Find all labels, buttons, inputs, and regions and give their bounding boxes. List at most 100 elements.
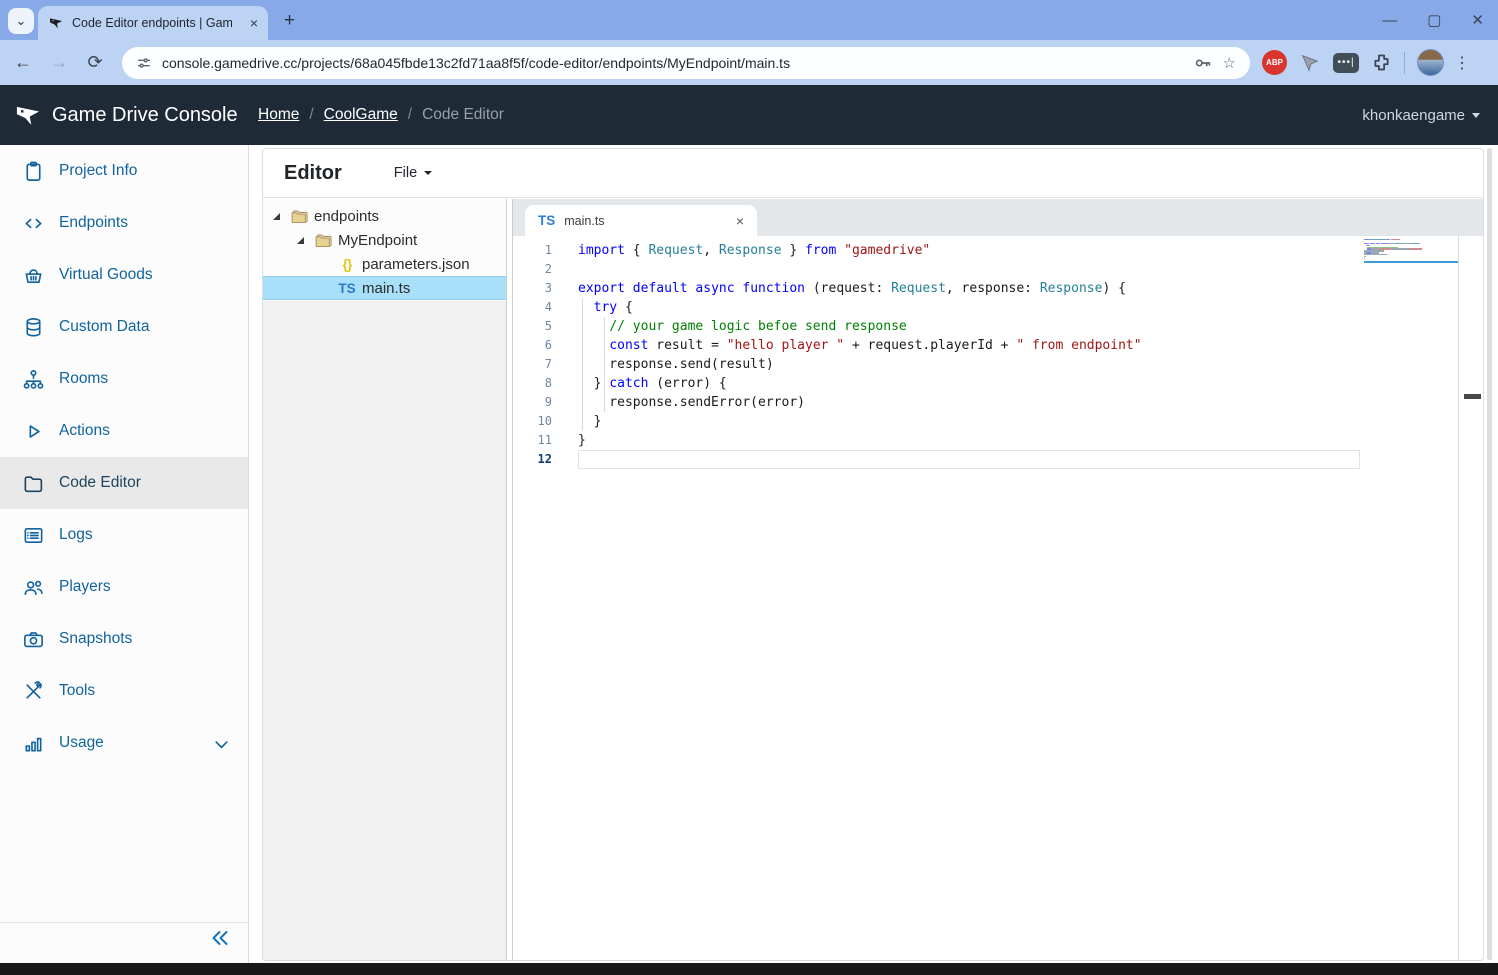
line-content: } [578, 433, 586, 448]
browser-menu-icon[interactable]: ⋮ [1454, 53, 1470, 73]
address-bar[interactable]: console.gamedrive.cc/projects/68a045fbde… [122, 46, 1250, 79]
maximize-button[interactable]: ▢ [1427, 11, 1441, 29]
editor-tabbar: TS main.ts × [513, 199, 1483, 236]
code-line[interactable]: 4 try { [513, 298, 1483, 317]
line-content: const result = "hello player " + request… [609, 338, 1142, 353]
sidebar-item-code-editor[interactable]: Code Editor [0, 457, 248, 509]
bookmark-star-icon[interactable]: ☆ [1223, 54, 1236, 72]
line-content: } [578, 414, 602, 429]
typescript-file-icon: TS [538, 213, 556, 228]
extensions-puzzle-icon[interactable] [1371, 52, 1392, 73]
tab-search-button[interactable]: ⌄ [8, 8, 34, 34]
overview-ruler[interactable] [1458, 236, 1483, 960]
sidebar-item-label: Virtual Goods [59, 266, 153, 283]
line-number: 2 [544, 262, 552, 276]
file-tree-panel: endpoints MyEndpoint {} parameters.json … [263, 199, 506, 960]
tree-expander-icon[interactable] [297, 236, 304, 244]
sidebar-item-virtual-goods[interactable]: Virtual Goods [0, 249, 248, 301]
close-editor-tab-icon[interactable]: × [736, 213, 744, 229]
tree-item-main-ts[interactable]: TS main.ts [263, 276, 506, 300]
tree-item-label: main.ts [362, 279, 411, 297]
chevron-down-icon [424, 171, 433, 175]
sidebar-item-actions[interactable]: Actions [0, 405, 248, 457]
code-line[interactable]: 6 const result = "hello player " + reque… [513, 336, 1483, 355]
sidebar-item-usage[interactable]: Usage [0, 717, 248, 769]
breadcrumb-coolgame[interactable]: CoolGame [324, 106, 398, 124]
forward-button[interactable]: → [46, 52, 72, 73]
tree-item-parameters-json[interactable]: {} parameters.json [263, 252, 506, 276]
adblock-extension-icon[interactable]: ABP [1262, 50, 1287, 75]
sidebar-item-endpoints[interactable]: Endpoints [0, 197, 248, 249]
site-favicon-icon [50, 18, 62, 29]
code-line[interactable]: 7 response.send(result) [513, 355, 1483, 374]
code-line[interactable]: 2 [513, 260, 1483, 279]
new-tab-button[interactable]: + [284, 10, 295, 32]
line-number: 12 [537, 452, 552, 466]
minimize-button[interactable]: — [1382, 12, 1397, 29]
database-icon [22, 316, 45, 339]
password-key-icon[interactable] [1193, 53, 1213, 73]
close-window-button[interactable]: ✕ [1471, 11, 1484, 29]
tree-item-endpoints[interactable]: endpoints [263, 204, 506, 228]
sidebar-item-tools[interactable]: Tools [0, 665, 248, 717]
code-line[interactable]: 3 export default async function (request… [513, 279, 1483, 298]
url-text[interactable]: console.gamedrive.cc/projects/68a045fbde… [162, 55, 1183, 71]
minimap-current-line [1364, 260, 1459, 263]
tree-item-myendpoint[interactable]: MyEndpoint [263, 228, 506, 252]
tree-expander-icon[interactable] [273, 212, 280, 220]
page-title: Editor [284, 161, 342, 184]
breadcrumb-separator: / [407, 106, 413, 123]
breadcrumb-home[interactable]: Home [258, 106, 299, 124]
back-button[interactable]: ← [10, 52, 36, 73]
minimap[interactable] [1364, 239, 1459, 263]
editor-tab-label: main.ts [564, 213, 605, 228]
code-area[interactable]: 1 import { Request, Response } from "gam… [513, 236, 1483, 960]
sidebar-item-players[interactable]: Players [0, 561, 248, 613]
code-line[interactable]: 5 // your game logic befoe send response [513, 317, 1483, 336]
close-tab-icon[interactable]: × [250, 15, 258, 31]
paper-plane-extension-icon[interactable] [1299, 52, 1321, 74]
code-line[interactable]: 11 } [513, 431, 1483, 450]
profile-avatar[interactable] [1417, 49, 1444, 76]
site-settings-icon[interactable] [136, 55, 152, 71]
sidebar-item-rooms[interactable]: Rooms [0, 353, 248, 405]
sidebar-item-label: Endpoints [59, 214, 128, 231]
username: khonkaengame [1362, 106, 1465, 124]
sidebar-collapse-button[interactable] [208, 926, 232, 955]
editor-tab-maints[interactable]: TS main.ts × [525, 205, 757, 236]
browser-tab[interactable]: Code Editor endpoints | GameD × [38, 6, 268, 40]
code-line[interactable]: 10 } [513, 412, 1483, 431]
browser-titlebar: ⌄ Code Editor endpoints | GameD × + — ▢ … [0, 0, 1498, 40]
screen: ⌄ Code Editor endpoints | GameD × + — ▢ … [0, 0, 1498, 975]
folder-icon [312, 232, 334, 249]
double-chevron-left-icon [212, 931, 228, 945]
toolbar-separator [1404, 51, 1405, 74]
folder-icon [288, 208, 310, 225]
code-line[interactable]: 9 response.sendError(error) [513, 393, 1483, 412]
dots-extension-icon[interactable]: •••| [1333, 52, 1359, 73]
sidebar-item-label: Custom Data [59, 318, 150, 335]
tree-item-label: MyEndpoint [338, 231, 418, 249]
file-menu-button[interactable]: File [394, 165, 433, 181]
sidebar-divider [0, 922, 248, 923]
chevron-down-icon[interactable] [210, 733, 230, 753]
browser-tab-title: Code Editor endpoints | GameD [72, 16, 232, 30]
page-scrollbar[interactable] [1487, 148, 1492, 960]
code-line[interactable]: 12 [513, 450, 1483, 469]
sidebar-item-project-info[interactable]: Project Info [0, 145, 248, 197]
code-line[interactable]: 1 import { Request, Response } from "gam… [513, 241, 1483, 260]
sidebar-item-label: Usage [59, 734, 104, 751]
panel-splitter[interactable] [506, 199, 513, 960]
tree-item-label: endpoints [314, 207, 380, 225]
sidebar-item-custom-data[interactable]: Custom Data [0, 301, 248, 353]
brand[interactable]: Game Drive Console [14, 85, 238, 145]
sidebar-item-snapshots[interactable]: Snapshots [0, 613, 248, 665]
sidebar-item-label: Logs [59, 526, 93, 543]
sidebar: Project Info Endpoints Virtual Goods Cus… [0, 145, 249, 963]
reload-button[interactable]: ⟳ [82, 52, 108, 73]
code-line[interactable]: 8 } catch (error) { [513, 374, 1483, 393]
sidebar-item-logs[interactable]: Logs [0, 509, 248, 561]
user-menu[interactable]: khonkaengame [1362, 85, 1480, 145]
line-content: export default async function (request: … [578, 281, 1126, 296]
cursor-position-marker [1464, 394, 1481, 399]
